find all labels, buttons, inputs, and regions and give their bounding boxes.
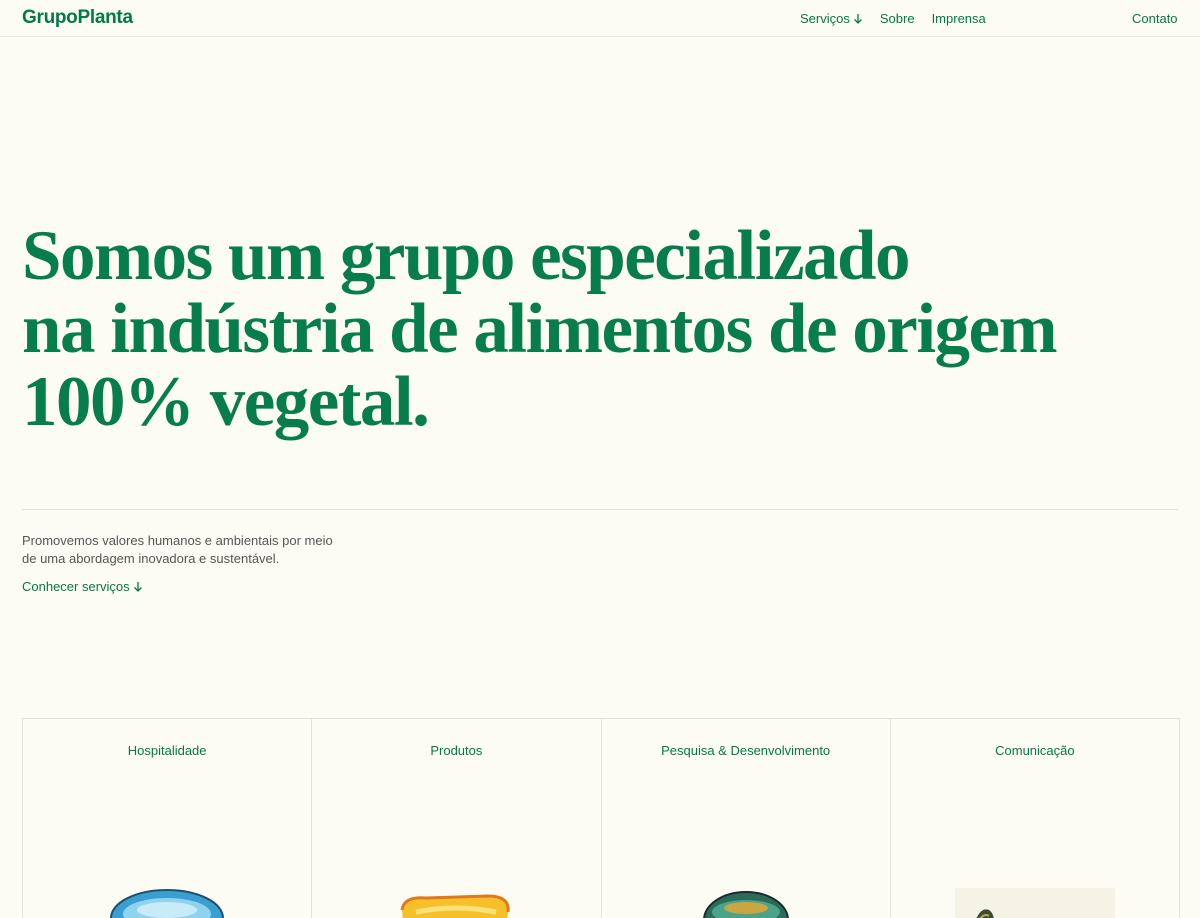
card-title: Produtos (430, 743, 483, 758)
card-title: Comunicação (995, 743, 1075, 758)
main-nav: Serviços Sobre Imprensa (800, 11, 986, 26)
service-card-comunicacao[interactable]: Comunicação (891, 719, 1179, 918)
hero-line: Somos um grupo especializado (22, 217, 910, 295)
intro-text: Promovemos valores humanos e ambientais … (22, 532, 342, 568)
blue-bowl-illustration (110, 889, 225, 918)
nav-servicos-label: Serviços (800, 11, 850, 26)
hero-line: na indústria de alimentos de origem (22, 290, 1058, 368)
hero-line: 100% vegetal. (22, 363, 430, 441)
nav-imprensa[interactable]: Imprensa (932, 11, 986, 26)
site-header: GrupoPlanta Serviços Sobre Imprensa Cont… (0, 0, 1200, 37)
service-card-hospitalidade[interactable]: Hospitalidade (23, 719, 313, 918)
intro-line: Promovemos valores humanos e ambientais … (22, 533, 333, 548)
service-card-pesquisa[interactable]: Pesquisa & Desenvolvimento (602, 719, 891, 918)
services-grid: Hospitalidade Produtos Pesquisa & Desenv… (22, 718, 1180, 918)
card-title: Pesquisa & Desenvolvimento (661, 743, 831, 758)
card-title: Hospitalidade (127, 743, 207, 758)
arrow-down-icon (853, 13, 862, 24)
yellow-dish-illustration (400, 894, 510, 918)
hero-heading: Somos um grupo especializado na indústri… (22, 220, 1172, 439)
section-divider (22, 509, 1178, 510)
service-card-produtos[interactable]: Produtos (312, 719, 602, 918)
dark-object-illustration (954, 888, 1115, 918)
nav-contato[interactable]: Contato (1132, 11, 1178, 26)
cta-label: Conhecer serviços (22, 579, 130, 594)
arrow-down-icon (133, 581, 142, 592)
teal-bowl-illustration (702, 891, 789, 918)
nav-servicos[interactable]: Serviços (800, 11, 863, 26)
conhecer-servicos-link[interactable]: Conhecer serviços (22, 579, 143, 594)
nav-sobre[interactable]: Sobre (880, 11, 915, 26)
intro-line: de uma abordagem inovadora e sustentável… (22, 551, 280, 566)
site-logo[interactable]: GrupoPlanta (22, 7, 133, 29)
